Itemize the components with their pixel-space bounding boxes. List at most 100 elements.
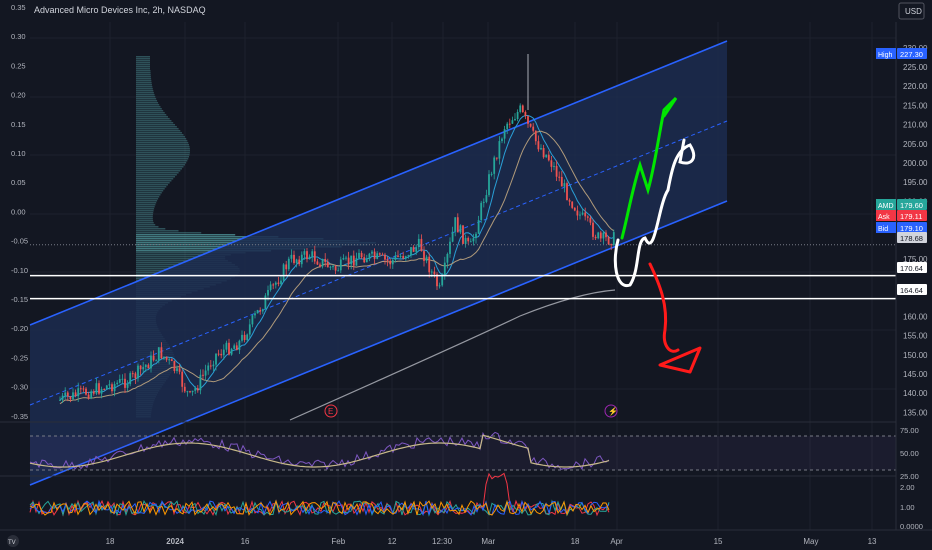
profile-bar	[136, 60, 150, 62]
candle-body	[529, 123, 532, 127]
right-tick-label: 210.00	[903, 121, 928, 130]
candle-body	[186, 391, 189, 393]
profile-bar	[136, 214, 153, 216]
profile-bar	[136, 166, 184, 168]
profile-bar	[136, 136, 185, 138]
currency-label: USD	[905, 7, 922, 16]
candle-body	[126, 384, 129, 388]
candle-body	[586, 216, 589, 218]
candle-body	[183, 386, 186, 392]
time-tick-label: Apr	[610, 537, 623, 546]
profile-bar	[136, 128, 179, 130]
candle-body	[103, 389, 106, 391]
left-tick-label: 0.10	[11, 149, 26, 158]
profile-bar	[136, 164, 185, 166]
candle-body	[358, 252, 360, 259]
candle-body	[438, 285, 441, 287]
profile-bar	[136, 224, 156, 226]
profile-bar	[136, 142, 189, 144]
profile-bar	[136, 66, 150, 68]
candle-body	[602, 232, 605, 239]
candle-body	[225, 342, 228, 350]
candle-body	[540, 148, 542, 150]
profile-bar	[136, 64, 150, 66]
candle-body	[352, 255, 355, 266]
candle-body	[475, 233, 477, 239]
candle-body	[605, 232, 607, 238]
profile-bar	[136, 188, 165, 190]
right-tick-label: 225.00	[903, 63, 928, 72]
price-tag-text: 179.11	[900, 212, 922, 221]
left-tick-label: -0.15	[11, 295, 28, 304]
profile-bar	[136, 122, 174, 124]
profile-bar	[136, 118, 170, 120]
candle-body	[563, 183, 566, 187]
candle-body	[228, 342, 230, 355]
candle-body	[456, 217, 459, 233]
time-tick-label: 12:30	[432, 537, 453, 546]
right-tick-label: 205.00	[903, 140, 928, 149]
time-tick-label: 18	[106, 537, 115, 546]
profile-bar	[136, 174, 177, 176]
candle-body	[334, 266, 337, 271]
profile-bar	[136, 56, 150, 58]
candle-body	[508, 123, 511, 125]
profile-bar	[136, 104, 160, 106]
price-tag-text: 178.68	[900, 234, 923, 243]
candle-body	[313, 251, 316, 262]
profile-bar	[136, 108, 162, 110]
profile-bar	[136, 102, 159, 104]
candle-body	[462, 225, 464, 244]
candle-body	[542, 148, 545, 158]
profile-bar	[136, 78, 152, 80]
candle-body	[451, 231, 454, 242]
profile-bar	[136, 124, 176, 126]
profile-bar	[136, 86, 153, 88]
profile-bar	[136, 222, 154, 224]
right-tick-label: 135.00	[903, 408, 928, 417]
candle-body	[59, 399, 61, 401]
candle-body	[267, 289, 269, 296]
candle-body	[298, 259, 301, 265]
time-tick-label: 16	[241, 537, 250, 546]
price-chart[interactable]: E⚡ 230.00225.00220.00215.00210.00205.002…	[0, 0, 932, 550]
candle-body	[469, 241, 472, 243]
price-tag-text: 170.64	[900, 264, 923, 273]
profile-bar	[136, 156, 190, 158]
candle-body	[467, 237, 470, 242]
candle-body	[280, 280, 282, 284]
profile-bar	[136, 98, 157, 100]
candle-body	[246, 334, 249, 340]
candle-body	[173, 361, 176, 372]
time-tick-label: Feb	[331, 537, 345, 546]
time-tick-label: 15	[714, 537, 723, 546]
candle-body	[189, 391, 191, 393]
candle-body	[384, 254, 386, 260]
candle-body	[360, 252, 363, 258]
candle-body	[365, 259, 368, 263]
profile-bar	[136, 192, 162, 194]
logo-label: TV	[8, 540, 16, 546]
time-tick-label: May	[803, 537, 818, 546]
candle-body	[157, 347, 160, 361]
candle-body	[222, 349, 225, 356]
candle-body	[230, 348, 233, 355]
candle-body	[212, 364, 215, 367]
candle-body	[85, 388, 87, 395]
candle-body	[332, 266, 334, 268]
candle-body	[599, 232, 602, 239]
left-tick-label: -0.35	[11, 412, 28, 421]
candle-body	[105, 385, 108, 390]
profile-bar	[136, 74, 151, 76]
candle-body	[482, 201, 485, 203]
profile-bar	[136, 200, 158, 202]
osc-tick-label: 1.00	[900, 503, 915, 512]
candle-body	[202, 374, 204, 376]
left-tick-label: -0.20	[11, 324, 28, 333]
candle-body	[407, 255, 410, 257]
left-tick-label: 0.00	[11, 207, 26, 216]
candle-body	[196, 388, 199, 391]
candle-body	[521, 105, 524, 112]
candle-body	[134, 373, 137, 379]
left-tick-label: 0.20	[11, 91, 26, 100]
